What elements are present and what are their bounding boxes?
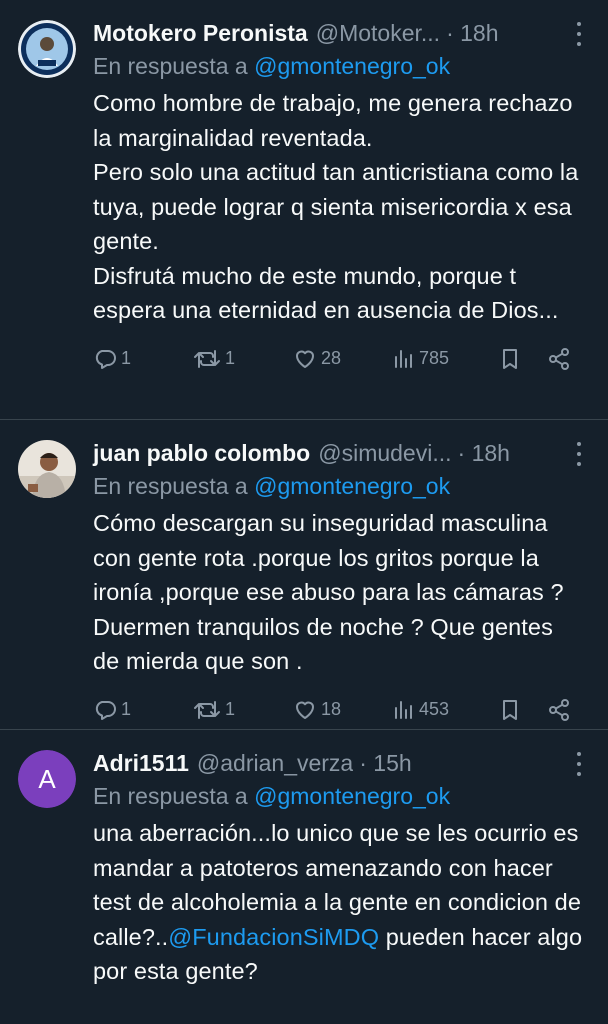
- tweet[interactable]: juan pablo colombo @simudevi... · 18h En…: [0, 420, 608, 730]
- like-count: 28: [321, 348, 342, 368]
- like-icon: [296, 701, 314, 719]
- bookmark-button[interactable]: [499, 698, 547, 722]
- retweet-icon: [194, 349, 220, 368]
- reply-icon: [95, 700, 116, 720]
- action-bar: 1 1 28 785: [93, 342, 584, 376]
- avatar[interactable]: A: [18, 750, 76, 808]
- more-icon[interactable]: [576, 752, 582, 776]
- avatar[interactable]: [18, 20, 76, 78]
- reply-count: 1: [121, 699, 132, 719]
- views-count: 785: [419, 348, 450, 368]
- reply-mention[interactable]: @gmontenegro_ok: [254, 783, 450, 809]
- views-icon: [395, 700, 412, 719]
- more-icon[interactable]: [576, 22, 582, 46]
- views-button[interactable]: 785: [393, 347, 499, 371]
- retweet-icon: [194, 700, 220, 719]
- author-handle[interactable]: @adrian_verza: [197, 748, 353, 778]
- like-button[interactable]: 18: [293, 698, 393, 722]
- bookmark-button[interactable]: [499, 347, 547, 371]
- reply-context: En respuesta a @gmontenegro_ok: [93, 50, 584, 82]
- share-icon: [549, 698, 569, 721]
- reply-context: En respuesta a @gmontenegro_ok: [93, 780, 584, 812]
- tweet-text: Como hombre de trabajo, me genera rechaz…: [93, 90, 579, 323]
- retweet-count: 1: [225, 348, 236, 368]
- avatar-letter: A: [18, 750, 76, 808]
- tweet-feed: Motokero Peronista @Motoker... · 18h En …: [0, 0, 608, 1024]
- reply-prefix: En respuesta a: [93, 783, 255, 809]
- views-count: 453: [419, 699, 450, 719]
- author-name[interactable]: Adri1511: [93, 748, 189, 778]
- reply-mention[interactable]: @gmontenegro_ok: [254, 473, 450, 499]
- like-button[interactable]: 28: [293, 347, 393, 371]
- tweet[interactable]: Motokero Peronista @Motoker... · 18h En …: [0, 0, 608, 420]
- bookmark-icon: [503, 699, 517, 720]
- avatar[interactable]: [18, 440, 76, 498]
- reply-prefix: En respuesta a: [93, 53, 255, 79]
- timestamp[interactable]: · 18h: [446, 18, 498, 48]
- reply-button[interactable]: 1: [93, 698, 193, 722]
- views-icon: [395, 349, 412, 368]
- tweet-text: Cómo descargan su inseguridad masculina …: [93, 510, 564, 674]
- timestamp[interactable]: · 18h: [458, 438, 510, 468]
- author-handle[interactable]: @Motoker...: [316, 18, 440, 48]
- reply-mention[interactable]: @gmontenegro_ok: [254, 53, 450, 79]
- reply-prefix: En respuesta a: [93, 473, 255, 499]
- retweet-count: 1: [225, 699, 236, 719]
- timestamp[interactable]: · 15h: [359, 748, 411, 778]
- author-handle[interactable]: @simudevi...: [318, 438, 451, 468]
- views-button[interactable]: 453: [393, 698, 499, 722]
- like-icon: [296, 350, 314, 368]
- reply-button[interactable]: 1: [93, 347, 193, 371]
- more-icon[interactable]: [576, 442, 582, 466]
- share-button[interactable]: [547, 698, 571, 722]
- retweet-button[interactable]: 1: [193, 347, 293, 371]
- author-name[interactable]: Motokero Peronista: [93, 18, 308, 48]
- tweet[interactable]: A Adri1511 @adrian_verza · 15h En respue…: [0, 730, 608, 989]
- inline-mention[interactable]: @FundacionSiMDQ: [168, 924, 379, 950]
- reply-icon: [95, 349, 116, 369]
- retweet-button[interactable]: 1: [193, 698, 293, 722]
- reply-context: En respuesta a @gmontenegro_ok: [93, 470, 584, 502]
- like-count: 18: [321, 699, 342, 719]
- author-name[interactable]: juan pablo colombo: [93, 438, 310, 468]
- share-icon: [549, 347, 569, 370]
- reply-count: 1: [121, 348, 132, 368]
- share-button[interactable]: [547, 347, 571, 371]
- tweet-text: una aberración...lo unico que se les ocu…: [93, 816, 584, 989]
- bookmark-icon: [503, 348, 517, 369]
- action-bar: 1 1 18 453: [93, 693, 584, 727]
